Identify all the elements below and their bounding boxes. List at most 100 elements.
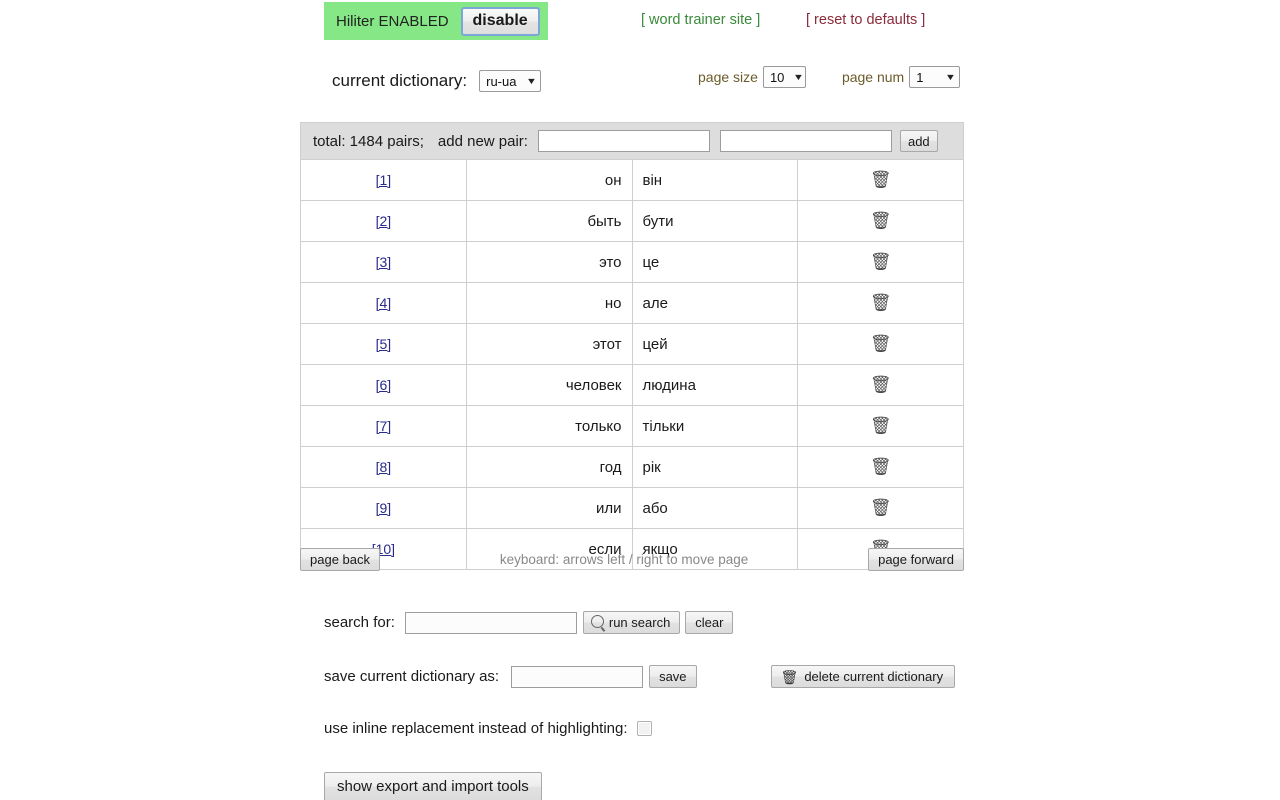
row-index-link[interactable]: [3] xyxy=(376,254,392,270)
page-size-select[interactable]: 10 ▼ xyxy=(762,66,806,88)
trash-icon[interactable]: 🗑 xyxy=(870,171,892,188)
show-export-import-tools-button[interactable]: show export and import tools xyxy=(324,772,542,800)
row-index-link[interactable]: [2] xyxy=(376,213,392,229)
add-pair-target-input[interactable] xyxy=(719,130,892,152)
reset-to-defaults-link[interactable]: [ reset to defaults ] xyxy=(806,12,925,28)
table-row: [5] этот цей 🗑 xyxy=(300,323,964,365)
inline-replacement-row: use inline replacement instead of highli… xyxy=(324,720,652,737)
row-index-link[interactable]: [7] xyxy=(376,418,392,434)
save-dictionary-label: save current dictionary as: xyxy=(324,668,500,685)
pager-row: page back keyboard: arrows left / right … xyxy=(300,548,964,571)
target-word-cell[interactable]: бути xyxy=(631,200,799,242)
target-word-cell[interactable]: він xyxy=(631,159,799,201)
save-dictionary-name-input[interactable] xyxy=(511,665,644,688)
inline-replacement-checkbox[interactable] xyxy=(636,721,652,736)
trash-icon[interactable]: 🗑 xyxy=(870,417,892,434)
delete-row-cell: 🗑 xyxy=(797,405,964,447)
source-word-cell[interactable]: человек xyxy=(465,364,633,406)
table-row: [3] это це 🗑 xyxy=(300,241,964,283)
trash-icon[interactable]: 🗑 xyxy=(870,294,892,311)
run-search-button[interactable]: run search xyxy=(582,611,681,634)
row-index-link[interactable]: [4] xyxy=(376,295,392,311)
source-word-cell[interactable]: или xyxy=(465,487,633,529)
trash-icon[interactable]: 🗑 xyxy=(870,253,892,270)
delete-row-cell: 🗑 xyxy=(797,241,964,283)
target-word-cell[interactable]: або xyxy=(631,487,799,529)
table-toolbar-cell: total: 1484 pairs; add new pair: add xyxy=(300,122,964,160)
row-index-cell: [9] xyxy=(300,487,467,529)
search-input[interactable] xyxy=(404,611,577,634)
page-root: Hiliter ENABLED disable [ word trainer s… xyxy=(0,0,1280,800)
save-dictionary-row: save current dictionary as: save 🗑 delet… xyxy=(324,665,956,688)
target-word-cell[interactable]: але xyxy=(631,282,799,324)
source-word-cell[interactable]: только xyxy=(465,405,633,447)
search-row: search for: run search clear xyxy=(324,611,734,634)
page-num-select[interactable]: 1 ▼ xyxy=(909,66,961,88)
add-pair-button[interactable]: add xyxy=(899,130,938,152)
page-num-value: 1 xyxy=(916,69,924,85)
trash-icon: 🗑 xyxy=(780,668,799,685)
table-row: [7] только тільки 🗑 xyxy=(300,405,964,447)
target-word-cell[interactable]: рік xyxy=(631,446,799,488)
target-word-cell[interactable]: цей xyxy=(631,323,799,365)
paging-controls: page size 10 ▼ page num 1 ▼ xyxy=(698,66,961,88)
delete-row-cell: 🗑 xyxy=(797,159,964,201)
dictionary-select-value: ru-ua xyxy=(486,73,517,89)
source-word-cell[interactable]: но xyxy=(465,282,633,324)
row-index-cell: [4] xyxy=(300,282,467,324)
delete-row-cell: 🗑 xyxy=(797,364,964,406)
source-word-cell[interactable]: он xyxy=(465,159,633,201)
source-word-cell[interactable]: этот xyxy=(465,323,633,365)
row-index-link[interactable]: [1] xyxy=(376,172,392,188)
save-dictionary-button[interactable]: save xyxy=(649,665,697,688)
row-index-link[interactable]: [9] xyxy=(376,500,392,516)
page-back-button[interactable]: page back xyxy=(300,548,380,571)
source-word-cell[interactable]: год xyxy=(465,446,633,488)
add-pair-source-input[interactable] xyxy=(537,130,710,152)
target-word-cell[interactable]: це xyxy=(631,241,799,283)
current-dictionary-label: current dictionary: xyxy=(332,71,468,90)
trash-icon[interactable]: 🗑 xyxy=(870,499,892,516)
table-row: [1] он він 🗑 xyxy=(300,159,964,201)
row-index-cell: [7] xyxy=(300,405,467,447)
table-row: [2] быть бути 🗑 xyxy=(300,200,964,242)
delete-row-cell: 🗑 xyxy=(797,323,964,365)
page-size-label: page size xyxy=(698,69,758,85)
row-index-cell: [8] xyxy=(300,446,467,488)
table-row: [9] или або 🗑 xyxy=(300,487,964,529)
toggle-hiliter-button[interactable]: disable xyxy=(460,6,540,36)
word-trainer-site-link[interactable]: [ word trainer site ] xyxy=(641,12,760,28)
source-word-cell[interactable]: быть xyxy=(465,200,633,242)
total-pairs-text: total: 1484 pairs; xyxy=(313,132,424,150)
source-word-cell[interactable]: это xyxy=(465,241,633,283)
clear-search-button[interactable]: clear xyxy=(685,611,734,634)
hiliter-status-bar: Hiliter ENABLED disable xyxy=(324,2,548,40)
trash-icon[interactable]: 🗑 xyxy=(870,458,892,475)
row-index-link[interactable]: [5] xyxy=(376,336,392,352)
hiliter-status-text: Hiliter ENABLED xyxy=(336,12,449,30)
table-head: total: 1484 pairs; add new pair: add xyxy=(300,122,964,160)
delete-current-dictionary-button[interactable]: 🗑 delete current dictionary xyxy=(770,665,956,688)
target-word-cell[interactable]: тільки xyxy=(631,405,799,447)
row-index-cell: [1] xyxy=(300,159,467,201)
row-index-link[interactable]: [8] xyxy=(376,459,392,475)
add-new-pair-label: add new pair: xyxy=(437,132,528,150)
search-icon xyxy=(590,615,604,628)
search-label: search for: xyxy=(324,614,395,631)
table-body: [1] он він 🗑 [2] быть бути 🗑 [3] это це 🗑 [4] но але 🗑[… xyxy=(300,159,964,570)
row-index-cell: [5] xyxy=(300,323,467,365)
page-forward-button[interactable]: page forward xyxy=(868,548,964,571)
dictionary-select[interactable]: ru-ua ▼ xyxy=(479,70,542,92)
chevron-down-icon: ▼ xyxy=(793,72,805,82)
run-search-label: run search xyxy=(608,615,671,630)
trash-icon[interactable]: 🗑 xyxy=(870,376,892,393)
page-size-value: 10 xyxy=(769,69,785,85)
trash-icon[interactable]: 🗑 xyxy=(870,335,892,352)
trash-icon[interactable]: 🗑 xyxy=(870,212,892,229)
target-word-cell[interactable]: людина xyxy=(631,364,799,406)
row-index-link[interactable]: [6] xyxy=(376,377,392,393)
delete-dictionary-label: delete current dictionary xyxy=(804,669,944,684)
table-row: [6] человек людина 🗑 xyxy=(300,364,964,406)
row-index-cell: [2] xyxy=(300,200,467,242)
table-header-row: total: 1484 pairs; add new pair: add xyxy=(300,122,964,160)
